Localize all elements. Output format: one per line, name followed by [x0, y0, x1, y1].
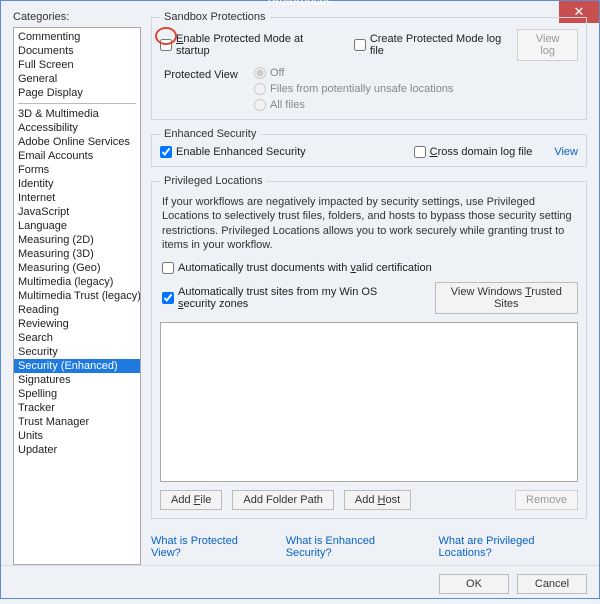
- enhanced-security-group: Enhanced Security Enable Enhanced Securi…: [151, 128, 587, 167]
- sandbox-group: Sandbox Protections Enable Protected Mod…: [151, 11, 587, 120]
- add-folder-button[interactable]: Add Folder Path: [232, 490, 334, 510]
- category-item[interactable]: Spelling: [14, 387, 140, 401]
- enhanced-legend: Enhanced Security: [160, 128, 260, 140]
- ok-button[interactable]: OK: [439, 574, 509, 594]
- priv-locations-listbox[interactable]: [160, 322, 578, 482]
- category-item[interactable]: 3D & Multimedia: [14, 107, 140, 121]
- main-panel: Sandbox Protections Enable Protected Mod…: [151, 11, 587, 565]
- category-item[interactable]: Tracker: [14, 401, 140, 415]
- help-links-row: What is Protected View? What is Enhanced…: [151, 527, 587, 565]
- auto-trust-doc-checkbox[interactable]: Automatically trust documents with valid…: [162, 262, 578, 274]
- pv-off-radio[interactable]: Off: [254, 67, 453, 79]
- preferences-window: Preferences ✕ Categories: CommentingDocu…: [0, 0, 600, 599]
- cross-domain-log-checkbox[interactable]: Cross domain log file: [414, 146, 533, 158]
- view-log-button[interactable]: View log: [517, 29, 578, 61]
- category-item[interactable]: Trust Manager: [14, 415, 140, 429]
- category-item[interactable]: Full Screen: [14, 58, 140, 72]
- dialog-footer: OK Cancel: [1, 565, 599, 604]
- priv-description: If your workflows are negatively impacte…: [162, 195, 578, 252]
- enable-enhanced-checkbox[interactable]: Enable Enhanced Security: [160, 146, 306, 158]
- enhanced-row: Enable Enhanced Security Cross domain lo…: [160, 146, 578, 158]
- sandbox-row: Enable Protected Mode at startup Create …: [160, 29, 578, 61]
- view-trusted-sites-button[interactable]: View Windows Trusted Sites: [435, 282, 578, 314]
- category-item[interactable]: Reviewing: [14, 317, 140, 331]
- category-item[interactable]: Accessibility: [14, 121, 140, 135]
- window-title: Preferences: [1, 0, 599, 8]
- category-item[interactable]: General: [14, 72, 140, 86]
- category-item[interactable]: Search: [14, 331, 140, 345]
- priv-buttons-row: Add File Add Folder Path Add Host Remove: [160, 490, 578, 510]
- create-log-checkbox[interactable]: Create Protected Mode log file: [354, 33, 508, 57]
- privileged-locations-group: Privileged Locations If your workflows a…: [151, 175, 587, 519]
- dialog-body: Categories: CommentingDocumentsFull Scre…: [1, 1, 599, 565]
- protected-view-row: Protected View Off Files from potentiall…: [160, 67, 578, 111]
- remove-button[interactable]: Remove: [515, 490, 578, 510]
- category-item[interactable]: Measuring (3D): [14, 247, 140, 261]
- categories-label: Categories:: [13, 11, 141, 23]
- protected-view-options: Off Files from potentially unsafe locati…: [254, 67, 453, 111]
- pv-unsafe-radio[interactable]: Files from potentially unsafe locations: [254, 83, 453, 95]
- priv-legend: Privileged Locations: [160, 175, 266, 187]
- category-item[interactable]: Units: [14, 429, 140, 443]
- add-host-button[interactable]: Add Host: [344, 490, 411, 510]
- category-item[interactable]: Adobe Online Services: [14, 135, 140, 149]
- auto-trust-zone-row: Automatically trust sites from my Win OS…: [162, 282, 578, 314]
- category-separator: [18, 103, 136, 104]
- category-item[interactable]: Signatures: [14, 373, 140, 387]
- auto-trust-zone-checkbox[interactable]: Automatically trust sites from my Win OS…: [162, 286, 415, 310]
- category-item[interactable]: Multimedia (legacy): [14, 275, 140, 289]
- pv-all-radio[interactable]: All files: [254, 99, 453, 111]
- category-item[interactable]: Measuring (Geo): [14, 261, 140, 275]
- add-file-button[interactable]: Add File: [160, 490, 222, 510]
- help-protected-view-link[interactable]: What is Protected View?: [151, 535, 268, 559]
- category-item[interactable]: JavaScript: [14, 205, 140, 219]
- category-item[interactable]: Forms: [14, 163, 140, 177]
- category-item[interactable]: Page Display: [14, 86, 140, 100]
- view-cross-log-link[interactable]: View: [554, 146, 578, 158]
- category-item[interactable]: Email Accounts: [14, 149, 140, 163]
- enable-protected-mode-checkbox[interactable]: Enable Protected Mode at startup: [160, 33, 328, 57]
- help-enhanced-security-link[interactable]: What is Enhanced Security?: [286, 535, 421, 559]
- category-item[interactable]: Language: [14, 219, 140, 233]
- category-item[interactable]: Documents: [14, 44, 140, 58]
- category-item[interactable]: Commenting: [14, 30, 140, 44]
- categories-list[interactable]: CommentingDocumentsFull ScreenGeneralPag…: [13, 27, 141, 565]
- category-item[interactable]: Measuring (2D): [14, 233, 140, 247]
- category-item[interactable]: Reading: [14, 303, 140, 317]
- category-item[interactable]: Identity: [14, 177, 140, 191]
- cancel-button[interactable]: Cancel: [517, 574, 587, 594]
- categories-column: Categories: CommentingDocumentsFull Scre…: [13, 11, 141, 565]
- sandbox-legend: Sandbox Protections: [160, 11, 270, 23]
- help-privileged-locations-link[interactable]: What are Privileged Locations?: [439, 535, 588, 559]
- category-item[interactable]: Multimedia Trust (legacy): [14, 289, 140, 303]
- category-item[interactable]: Updater: [14, 443, 140, 457]
- category-item[interactable]: Security: [14, 345, 140, 359]
- category-item[interactable]: Internet: [14, 191, 140, 205]
- category-item[interactable]: Security (Enhanced): [14, 359, 140, 373]
- protected-view-label: Protected View: [164, 67, 254, 81]
